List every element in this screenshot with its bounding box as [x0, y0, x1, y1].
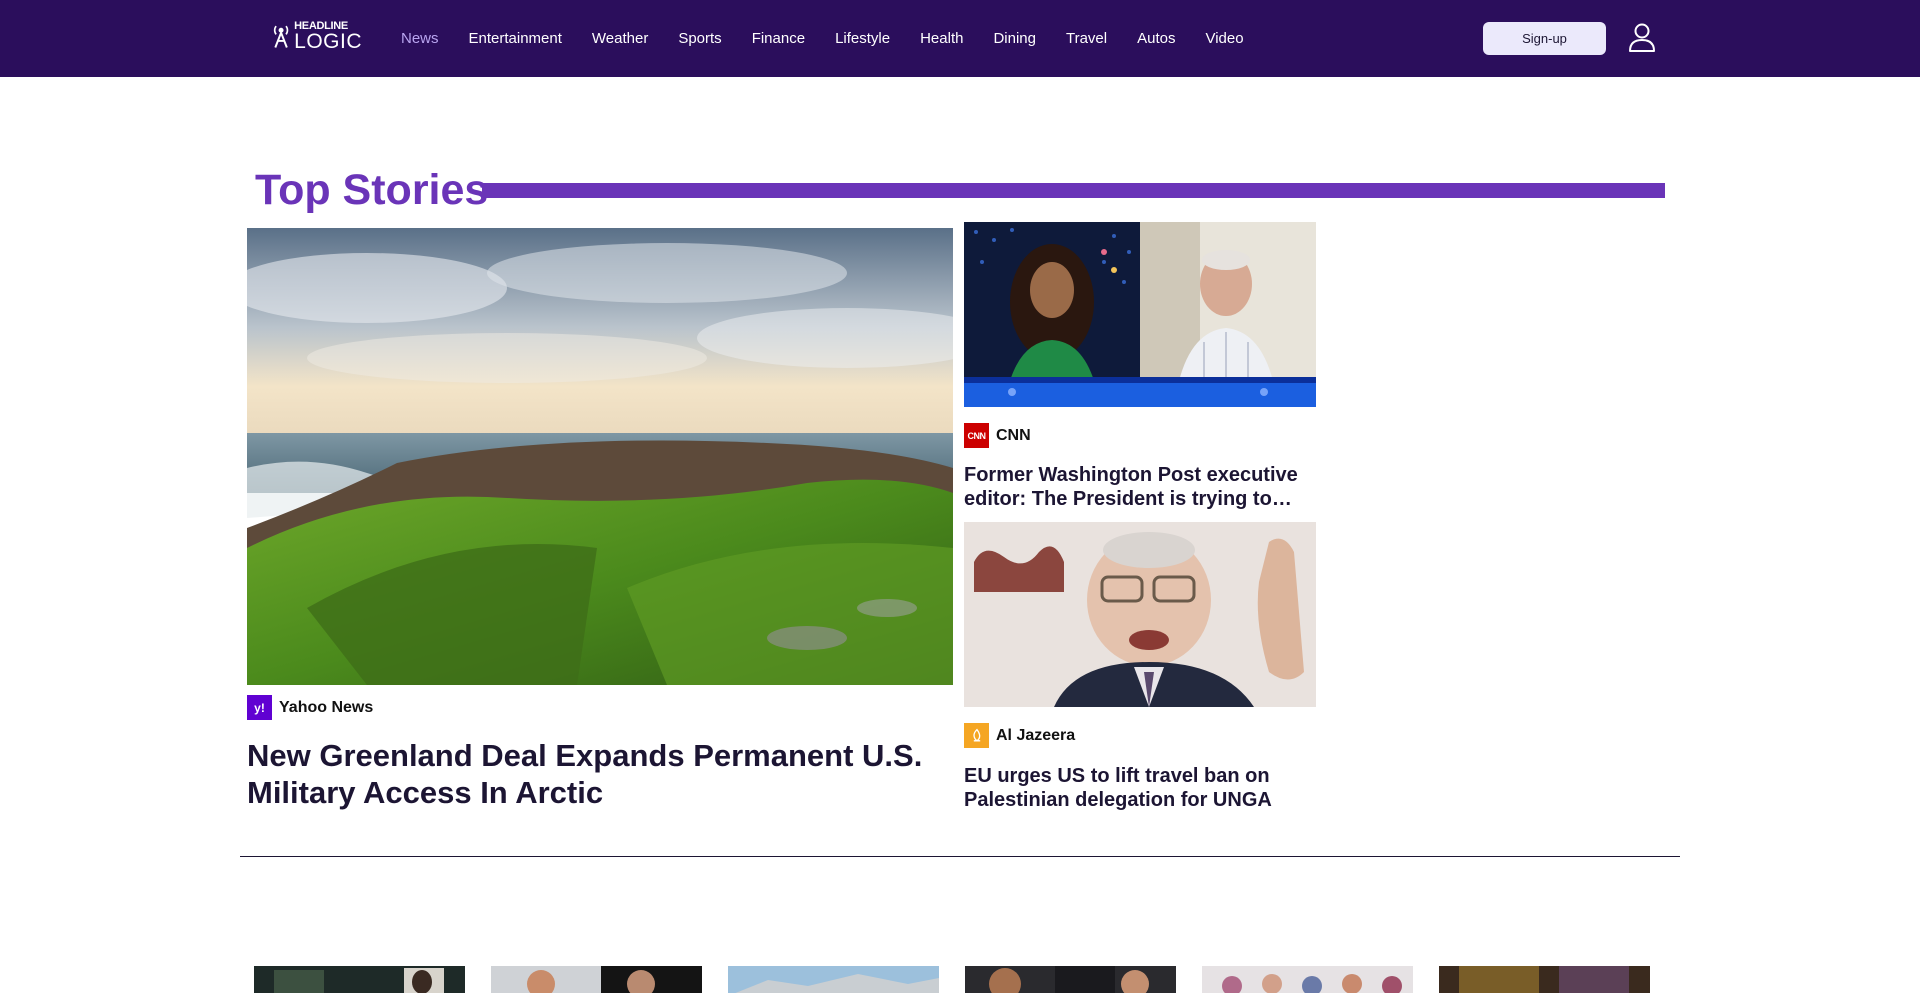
nav-item-finance[interactable]: Finance [737, 30, 820, 47]
nav-item-lifestyle[interactable]: Lifestyle [820, 30, 905, 47]
signup-button[interactable]: Sign-up [1483, 22, 1606, 55]
yahoo-logo-icon: y! [247, 695, 272, 720]
story-thumbnail[interactable] [1439, 966, 1650, 993]
nav-item-sports[interactable]: Sports [663, 30, 736, 47]
aljazeera-logo-icon [964, 723, 989, 748]
main-story-source-name: Yahoo News [279, 698, 374, 716]
side-story-1-image[interactable] [964, 222, 1316, 407]
headline-logic-logo[interactable]: HEADLINE LOGIC [272, 20, 362, 52]
section-divider [240, 856, 1680, 857]
story-thumbnail[interactable] [491, 966, 702, 993]
broadcast-tower-icon [273, 25, 289, 48]
side-story-1-source-name: CNN [996, 426, 1031, 444]
top-navigation-bar: HEADLINE LOGIC News Entertainment Weathe… [0, 0, 1920, 77]
side-story-2-source-name: Al Jazeera [996, 726, 1076, 744]
nav-item-news[interactable]: News [386, 30, 454, 47]
main-story-headline[interactable]: New Greenland Deal Expands Permanent U.S… [247, 737, 947, 811]
story-thumbnail-row [254, 966, 1654, 993]
story-thumbnail[interactable] [965, 966, 1176, 993]
side-story-2-image[interactable] [964, 522, 1316, 707]
logo-line-2: LOGIC [294, 29, 362, 53]
side-story-1-headline[interactable]: Former Washington Post executive editor:… [964, 463, 1304, 511]
story-thumbnail[interactable] [1202, 966, 1413, 993]
nav-item-dining[interactable]: Dining [978, 30, 1051, 47]
section-title-top-stories: Top Stories [255, 166, 489, 214]
nav-item-weather[interactable]: Weather [577, 30, 663, 47]
main-story-source[interactable]: y! Yahoo News [247, 695, 373, 720]
nav-item-health[interactable]: Health [905, 30, 978, 47]
cnn-logo-icon: CNN [964, 423, 989, 448]
side-story-1-source[interactable]: CNN CNN [964, 423, 1031, 448]
nav-item-entertainment[interactable]: Entertainment [454, 30, 577, 47]
nav-item-travel[interactable]: Travel [1051, 30, 1122, 47]
nav-item-video[interactable]: Video [1190, 30, 1258, 47]
nav-item-autos[interactable]: Autos [1122, 30, 1190, 47]
story-thumbnail[interactable] [728, 966, 939, 993]
main-nav: News Entertainment Weather Sports Financ… [386, 0, 1259, 77]
section-title-rule [482, 183, 1665, 198]
side-story-2-source[interactable]: Al Jazeera [964, 723, 1075, 748]
story-thumbnail[interactable] [254, 966, 465, 993]
main-story-image[interactable] [247, 228, 953, 685]
user-icon[interactable] [1628, 22, 1656, 52]
side-story-2-headline[interactable]: EU urges US to lift travel ban on Palest… [964, 764, 1304, 812]
